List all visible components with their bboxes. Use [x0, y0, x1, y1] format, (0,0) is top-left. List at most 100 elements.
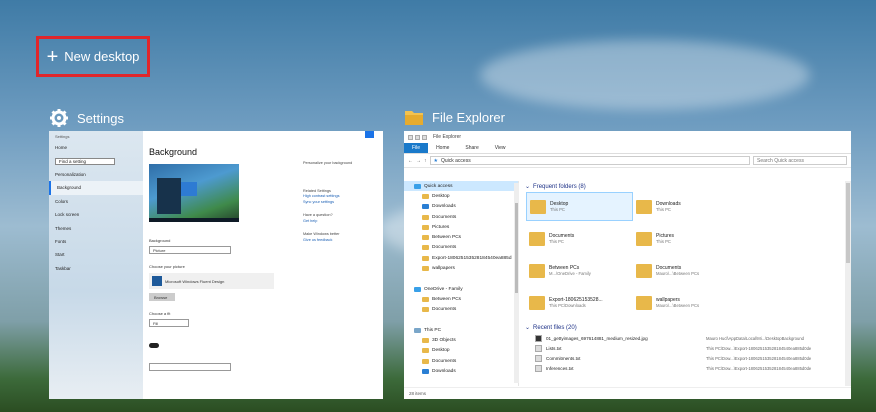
folder-icon [422, 224, 429, 230]
browse-button[interactable]: Browse [149, 293, 175, 301]
background-dropdown[interactable]: Picture [149, 246, 231, 254]
recent-file-row[interactable]: Commitments.txt This PC\Dow...\Export-180… [522, 353, 851, 363]
recent-file-path: This PC\Dow...\Export-18062515352818454​… [706, 365, 812, 371]
nav-item[interactable]: Desktop [404, 346, 518, 356]
recent-file-row[interactable]: 01_gettyimages_697614881_medium_resized.… [522, 333, 851, 343]
folder-tile[interactable]: Documents This PC [526, 224, 633, 253]
fit-dropdown[interactable]: Fill [149, 319, 189, 327]
nav-item-label: Quick access [424, 183, 453, 189]
give-feedback-link[interactable]: Give us feedback [303, 238, 381, 244]
forward-arrow-icon[interactable]: → [416, 158, 421, 164]
recent-files-header[interactable]: ⌄ Recent files (20) [522, 322, 851, 333]
folder-location: This PC [656, 207, 671, 212]
new-desktop-button[interactable]: + New desktop [36, 36, 150, 77]
address-bar[interactable]: ★ Quick access [429, 156, 750, 165]
nav-item[interactable]: 3D Objects [404, 335, 518, 345]
nav-item[interactable]: Documents [404, 212, 518, 222]
content-scrollbar[interactable] [845, 181, 851, 386]
nav-item-label: OneDrive - Family [424, 286, 463, 292]
picture-option[interactable]: Microsoft Windows Fluent Design [149, 273, 274, 289]
settings-search-box[interactable]: Find a setting [49, 154, 143, 167]
nav-item[interactable]: OneDrive - Family [404, 284, 518, 294]
nav-item-label: Documents [432, 358, 457, 364]
nav-item[interactable]: Documents [404, 305, 518, 315]
navigation-scrollbar[interactable] [514, 183, 519, 383]
pc-icon [414, 327, 421, 333]
settings-window-thumbnail[interactable]: Settings Home Find a setting Personaliza… [49, 131, 383, 399]
tab-home[interactable]: Home [428, 143, 457, 153]
nav-item[interactable]: Downloads [404, 202, 518, 212]
tab-view[interactable]: View [487, 143, 514, 153]
folder-tile[interactable]: Documents Mauro\...\Between PCs [633, 256, 740, 285]
folder-tile[interactable]: Export-180625153528... This PC\Downloads [526, 288, 633, 317]
folder-icon [636, 263, 652, 278]
folder-tile[interactable]: Pictures This PC [633, 224, 740, 253]
nav-item[interactable]: Documents [404, 356, 518, 366]
folder-icon [422, 214, 429, 220]
nav-item-label: This PC [424, 327, 442, 333]
chevron-down-icon: ⌄ [525, 325, 531, 331]
settings-nav-background[interactable]: Background [49, 181, 143, 195]
nav-item[interactable]: Quick access [404, 181, 518, 192]
download-icon [422, 368, 429, 374]
nav-item[interactable]: Between PCs [404, 294, 518, 304]
file-explorer-window-thumbnail[interactable]: File Explorer File Home Share View ← → ↑… [404, 131, 851, 399]
file-explorer-title: File Explorer [432, 109, 505, 125]
nav-item[interactable]: This PC [404, 325, 518, 335]
nav-item-label: Documents [432, 214, 457, 220]
settings-nav-colors[interactable]: Colors [49, 195, 143, 208]
settings-right-panel: Personalize your background Related Sett… [303, 161, 381, 243]
new-folder-icon[interactable] [422, 134, 427, 140]
file-explorer-window-title[interactable]: File Explorer [404, 108, 505, 126]
recent-file-path: Mauro Hucl\AppData\Local\Mi...\DesktopBa… [706, 335, 804, 341]
tab-file[interactable]: File [404, 143, 429, 153]
setting-dropdown[interactable] [149, 363, 231, 371]
nav-item-label: Documents [432, 307, 457, 313]
recent-file-row[interactable]: Inferences.txt This PC\Dow...\Export-1806… [522, 363, 851, 373]
nav-item[interactable]: Between PCs [404, 232, 518, 242]
up-arrow-icon[interactable]: ↑ [424, 158, 427, 164]
folder-tile[interactable]: Downloads This PC [633, 192, 740, 221]
nav-item[interactable]: Desktop [404, 191, 518, 201]
settings-nav-lock-screen[interactable]: Lock screen [49, 208, 143, 221]
settings-nav-start[interactable]: Start [49, 248, 143, 261]
frequent-folders-header[interactable]: ⌄ Frequent folders (8) [522, 181, 851, 192]
folder-location: This PC [656, 239, 671, 244]
search-input[interactable]: Search Quick access [753, 156, 847, 165]
settings-nav-home[interactable]: Home [49, 141, 143, 154]
settings-nav-fonts[interactable]: Fonts [49, 235, 143, 248]
folder-location: Mauro\...\Between PCs [656, 303, 700, 308]
navigation-pane: Quick access Desktop Downloads Documents Pic… [404, 181, 519, 386]
nav-item[interactable]: Documents [404, 243, 518, 253]
back-arrow-icon[interactable]: ← [408, 158, 413, 164]
folder-tile[interactable]: Between PCs M...\OneDrive - Family [526, 256, 633, 285]
settings-app-label: Settings [55, 133, 70, 139]
settings-nav-themes[interactable]: Themes [49, 221, 143, 234]
explorer-window-caption: File Explorer [433, 134, 462, 140]
settings-title: Settings [77, 110, 124, 126]
recent-file-name: Lists.txt [546, 345, 562, 351]
folder-icon [636, 199, 652, 214]
recent-file-row[interactable]: Lists.txt This PC\Dow...\Export-180625153… [522, 343, 851, 353]
quick-access-toolbar-icon[interactable] [408, 134, 413, 140]
nav-item[interactable]: Downloads [404, 366, 518, 376]
explorer-content: ⌄ Frequent folders (8) Desktop This PC Down… [522, 181, 851, 386]
properties-icon[interactable] [415, 134, 420, 140]
nav-item-label: wallpapers [432, 266, 455, 272]
nav-item[interactable]: Pictures [404, 222, 518, 232]
star-icon [414, 183, 421, 189]
folder-tile[interactable]: Desktop This PC [526, 192, 633, 221]
nav-item[interactable]: Export-1806251535281845​40ea885d [404, 253, 518, 263]
settings-window-title[interactable]: Settings [49, 108, 124, 128]
settings-nav-personalization: Personalization [55, 171, 86, 177]
download-icon [422, 204, 429, 210]
nav-item-label: Desktop [432, 193, 450, 199]
folder-location: M...\OneDrive - Family [549, 271, 591, 276]
tab-share[interactable]: Share [457, 143, 486, 153]
settings-nav-taskbar[interactable]: Taskbar [49, 262, 143, 275]
nav-item[interactable]: wallpapers [404, 263, 518, 273]
text-file-icon [535, 364, 542, 372]
folder-tile[interactable]: wallpapers Mauro\...\Between PCs [633, 288, 740, 317]
toggle-switch[interactable] [149, 343, 159, 348]
